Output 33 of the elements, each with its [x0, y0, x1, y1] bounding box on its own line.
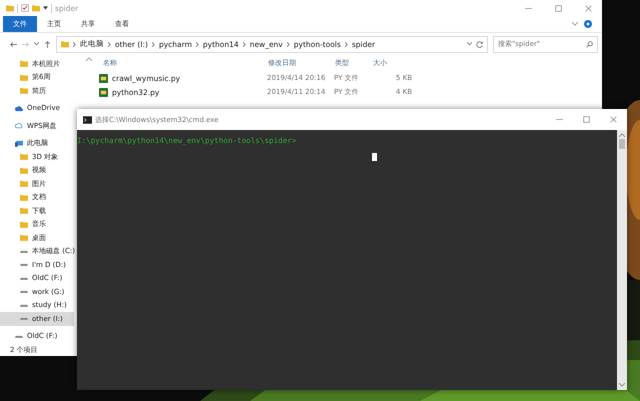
minimize-icon[interactable] — [556, 116, 563, 123]
back-icon[interactable] — [10, 40, 17, 48]
chevron-icon[interactable] — [344, 42, 348, 46]
chevron-icon[interactable] — [572, 22, 578, 26]
search-icon — [586, 40, 593, 48]
close-icon[interactable] — [585, 4, 592, 12]
text-cursor — [372, 153, 377, 161]
scroll-down-icon[interactable] — [619, 383, 625, 387]
dropdown-icon[interactable] — [34, 42, 39, 46]
cloud-icon — [15, 122, 23, 130]
chevron-icon[interactable] — [108, 42, 111, 46]
folder-icon — [61, 40, 69, 48]
terminal-icon — [83, 116, 92, 124]
chevron-icon[interactable] — [196, 42, 199, 46]
computer-icon — [15, 140, 23, 147]
chevron-icon[interactable] — [73, 42, 76, 46]
scroll-up-icon[interactable] — [619, 133, 625, 137]
chevron-icon[interactable] — [286, 42, 290, 46]
scroll-up-icon[interactable] — [86, 57, 92, 61]
chevron-icon[interactable] — [242, 42, 246, 46]
dropdown-icon[interactable] — [467, 42, 472, 46]
maximize-icon[interactable] — [555, 4, 562, 12]
refresh-icon[interactable] — [476, 40, 483, 48]
help-icon[interactable] — [584, 20, 592, 28]
close-icon[interactable] — [610, 116, 617, 123]
scroll-thumb[interactable] — [619, 139, 625, 149]
scrollbar[interactable] — [617, 130, 627, 390]
cloud-icon — [15, 104, 23, 112]
properties-icon[interactable] — [21, 4, 29, 12]
up-arrow-icon[interactable] — [44, 40, 51, 48]
maximize-icon[interactable] — [583, 116, 590, 123]
chevron-icon[interactable] — [152, 42, 155, 46]
dropdown-icon[interactable] — [43, 6, 48, 10]
